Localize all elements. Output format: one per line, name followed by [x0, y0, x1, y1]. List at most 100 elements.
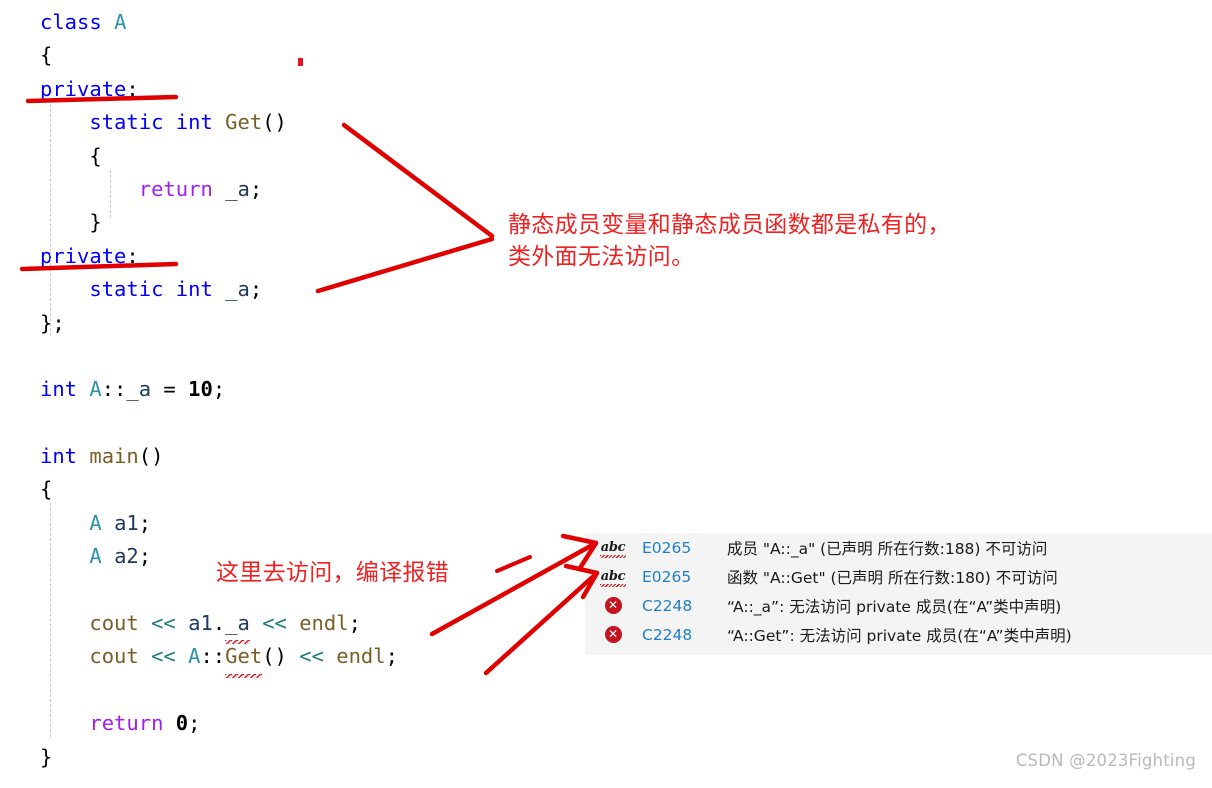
code-token: ;: [348, 611, 361, 636]
code-token: return: [89, 711, 164, 736]
error-row[interactable]: abc E0265 函数 "A::Get" (已声明 所在行数:180) 不可访…: [585, 562, 1212, 591]
code-token: private: [40, 243, 127, 268]
code-token: }: [40, 744, 53, 769]
code-token: =: [151, 377, 189, 402]
code-token: ::: [200, 644, 226, 669]
code-token: <<: [262, 611, 287, 636]
code-token: ;: [249, 277, 263, 302]
code-line: {: [0, 473, 620, 506]
code-token: {: [40, 43, 53, 68]
error-row[interactable]: ✕ C2248 “A::_a”: 无法访问 private 成员(在“A”类中声…: [585, 591, 1212, 620]
code-token: <<: [299, 644, 324, 669]
code-token: return: [138, 176, 213, 201]
code-token: :: [126, 243, 139, 268]
code-token: A: [188, 644, 201, 669]
code-token: static: [89, 277, 164, 302]
code-token: A: [89, 544, 102, 569]
code-editor[interactable]: class A{private: static int Get() { retu…: [0, 0, 620, 774]
code-line: };: [0, 307, 620, 340]
error-x-icon: ✕: [598, 626, 628, 643]
code-token: (): [262, 110, 287, 135]
code-token: class: [40, 10, 102, 34]
code-token: cout: [89, 644, 139, 669]
code-token: ;: [188, 711, 201, 736]
error-code: C2248: [642, 596, 693, 615]
code-line: {: [0, 140, 620, 173]
error-message: 函数 "A::Get" (已声明 所在行数:180) 不可访问: [727, 568, 1058, 587]
code-token: 10: [188, 377, 213, 402]
code-line: class A: [0, 6, 620, 39]
code-token: ;: [138, 510, 152, 535]
intellisense-abc-icon: abc: [599, 539, 626, 558]
code-token: cout: [89, 611, 139, 636]
screenshot-root: class A{private: static int Get() { retu…: [0, 0, 1212, 788]
note-access-error: 这里去访问，编译报错: [216, 560, 449, 586]
code-token-error: _a: [225, 607, 250, 645]
code-token: main: [89, 444, 139, 469]
code-token: :: [126, 76, 139, 101]
code-token: int: [175, 277, 213, 302]
red-dot-mark: [298, 58, 303, 66]
code-line: return 0;: [0, 707, 620, 740]
code-line: {: [0, 39, 620, 72]
code-line: return _a;: [0, 173, 620, 206]
code-token: int: [40, 444, 78, 469]
code-token: {: [40, 477, 53, 502]
error-code: E0265: [642, 538, 692, 557]
code-token: private: [40, 76, 127, 101]
code-token: _a: [225, 176, 250, 201]
error-row[interactable]: ✕ C2248 “A::Get”: 无法访问 private 成员(在“A”类中…: [585, 620, 1212, 649]
code-line: cout << a1._a << endl;: [0, 607, 620, 645]
code-token: (): [138, 444, 164, 469]
error-message: “A::_a”: 无法访问 private 成员(在“A”类中声明): [727, 597, 1062, 616]
error-message: “A::Get”: 无法访问 private 成员(在“A”类中声明): [727, 626, 1072, 645]
code-token: A: [89, 377, 102, 402]
code-token: Get: [225, 110, 263, 135]
code-token: .: [212, 611, 226, 636]
error-row[interactable]: abc E0265 成员 "A::_a" (已声明 所在行数:188) 不可访问: [585, 533, 1212, 562]
code-line: cout << A::Get() << endl;: [0, 640, 620, 679]
intellisense-abc-icon: abc: [599, 568, 626, 587]
code-token: a1: [188, 611, 213, 636]
code-line: int A::_a = 10;: [0, 373, 620, 406]
code-line: }: [0, 741, 620, 774]
code-token-error: Get: [225, 640, 263, 679]
code-token: A: [89, 510, 102, 535]
error-code: E0265: [642, 567, 692, 586]
code-token: ;: [249, 176, 263, 201]
indent-guide-1: [50, 104, 51, 336]
note-private-members: 静态成员变量和静态成员函数都是私有的， 类外面无法访问。: [508, 212, 951, 270]
code-token: A: [114, 10, 127, 34]
code-token: a1: [114, 510, 139, 535]
code-token: int: [40, 377, 78, 402]
error-message: 成员 "A::_a" (已声明 所在行数:188) 不可访问: [727, 539, 1048, 558]
code-line: private:: [0, 73, 620, 106]
code-line: static int Get(): [0, 106, 620, 139]
code-token: ::: [101, 377, 127, 402]
code-token: _a: [225, 277, 250, 302]
code-token: _a: [126, 377, 152, 402]
error-list-panel[interactable]: abc E0265 成员 "A::_a" (已声明 所在行数:188) 不可访问…: [585, 533, 1212, 655]
indent-guide-2: [110, 170, 111, 218]
code-token: a2: [114, 544, 139, 569]
